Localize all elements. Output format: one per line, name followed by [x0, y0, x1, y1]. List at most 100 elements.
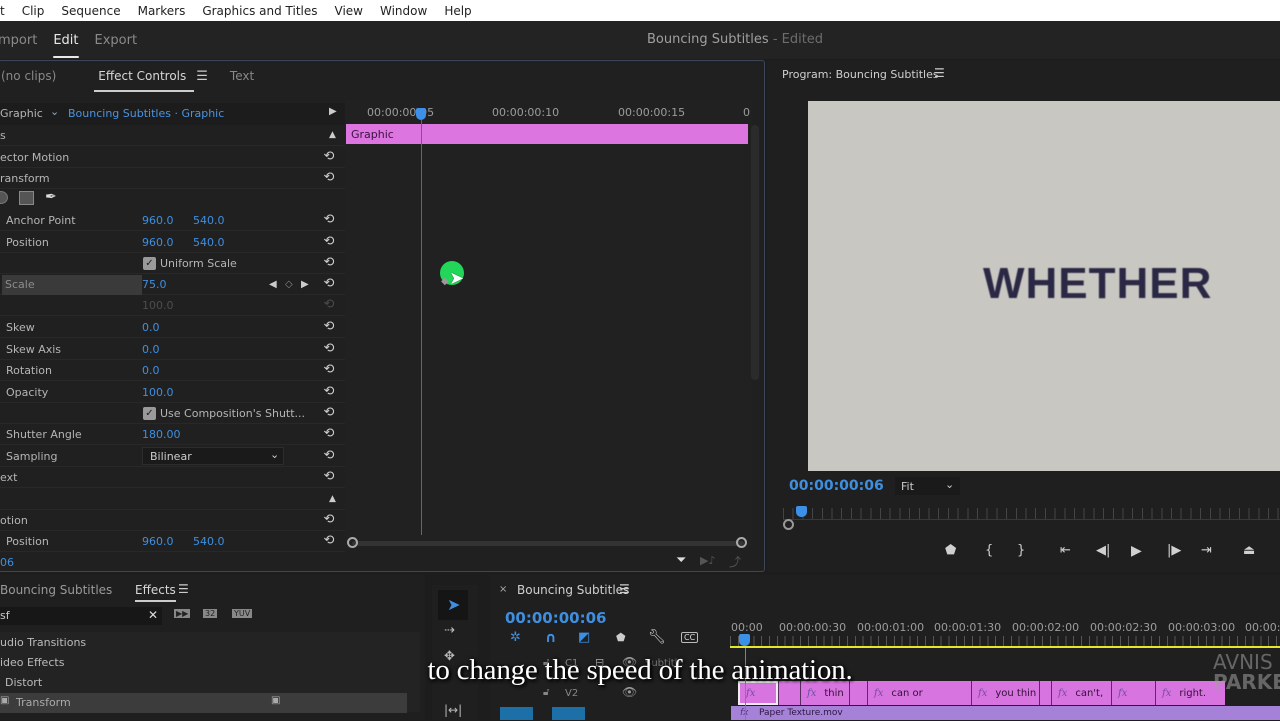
menu-edit[interactable]: t: [0, 4, 5, 18]
tab-text[interactable]: Text: [230, 65, 254, 87]
skew-value[interactable]: 0.0: [142, 321, 160, 334]
tree-item-selected[interactable]: ▣ Transform ▣: [0, 693, 407, 713]
wrench-icon[interactable]: 🔧︎: [648, 629, 666, 645]
motion-position-y[interactable]: 540.0: [193, 535, 225, 548]
skew-axis-value[interactable]: 0.0: [142, 343, 160, 356]
collapse-up-icon[interactable]: ▲: [329, 494, 336, 504]
tab-source[interactable]: (no clips): [1, 65, 56, 87]
reset-icon[interactable]: ⟲: [322, 342, 336, 356]
tree-item[interactable]: udio Transitions: [0, 636, 86, 649]
menu-help[interactable]: Help: [444, 4, 471, 18]
program-playhead[interactable]: [796, 506, 807, 517]
reset-icon[interactable]: ⟲: [322, 470, 336, 484]
reset-icon[interactable]: ⟲: [322, 385, 336, 399]
tab-effects[interactable]: Effects: [135, 583, 176, 602]
export-icon[interactable]: ⤴: [729, 553, 741, 570]
32bit-effects-icon[interactable]: 32: [203, 609, 218, 618]
reset-icon[interactable]: ⟲: [322, 534, 336, 548]
effects-search-input[interactable]: sf ✕: [0, 607, 162, 625]
mark-out-icon[interactable]: }: [1017, 543, 1025, 558]
graphic-clip-bar[interactable]: Graphic: [346, 124, 748, 144]
go-to-in-icon[interactable]: ⇤: [1060, 543, 1071, 558]
ec-vertical-scrollbar[interactable]: [751, 125, 759, 380]
comp-shutter-checkbox[interactable]: ✓: [143, 406, 156, 420]
rectangle-mask-icon[interactable]: [19, 191, 34, 205]
workspace-export[interactable]: Export: [95, 29, 138, 52]
reset-icon[interactable]: ⟲: [322, 320, 336, 334]
tab-project[interactable]: Bouncing Subtitles: [0, 583, 112, 597]
program-ruler[interactable]: [783, 508, 1280, 520]
reset-icon[interactable]: ⟲: [322, 256, 336, 270]
collapse-up-icon[interactable]: ▲: [329, 130, 336, 140]
rotation-value[interactable]: 0.0: [142, 364, 160, 377]
ec-zoom-scrollbar[interactable]: [352, 541, 744, 546]
uniform-scale-checkbox[interactable]: ✓: [143, 256, 156, 270]
pen-mask-icon[interactable]: ✒: [45, 189, 57, 205]
reset-icon[interactable]: ⟲: [322, 406, 336, 420]
linked-selection-icon[interactable]: ◩: [578, 630, 590, 645]
captions-icon[interactable]: CC: [681, 632, 699, 643]
shutter-angle-value[interactable]: 180.00: [142, 428, 181, 441]
menu-view[interactable]: View: [335, 4, 363, 18]
menu-sequence[interactable]: Sequence: [61, 4, 120, 18]
reset-icon[interactable]: ⟲: [322, 213, 336, 227]
close-icon[interactable]: ×: [499, 584, 507, 595]
ec-timecode[interactable]: 06: [0, 556, 14, 569]
step-back-icon[interactable]: ◀|: [1096, 543, 1110, 558]
menu-clip[interactable]: Clip: [22, 4, 45, 18]
add-keyframe-icon[interactable]: ◇: [285, 279, 293, 290]
track-target-v1[interactable]: [552, 707, 585, 720]
eye-icon[interactable]: 👁︎: [622, 685, 637, 699]
reset-icon[interactable]: ⟲: [322, 363, 336, 377]
program-zoom-handle[interactable]: [783, 519, 794, 530]
reset-icon[interactable]: ⟲: [322, 277, 336, 291]
menu-markers[interactable]: Markers: [138, 4, 186, 18]
position-x-value[interactable]: 960.0: [142, 236, 174, 249]
zoom-dropdown[interactable]: Fit ⌄: [895, 477, 960, 495]
motion-position-x[interactable]: 960.0: [142, 535, 174, 548]
filter-icon[interactable]: ⏷: [676, 553, 686, 568]
prev-keyframe-icon[interactable]: ◀: [269, 279, 277, 290]
track-select-tool-icon[interactable]: ⇢: [444, 623, 455, 638]
playhead-handle[interactable]: [416, 108, 426, 120]
next-keyframe-icon[interactable]: ▶: [301, 279, 309, 290]
play-audio-icon[interactable]: ▶♪: [700, 554, 715, 567]
clear-search-icon[interactable]: ✕: [148, 608, 158, 622]
tab-effect-controls[interactable]: Effect Controls: [94, 65, 195, 92]
add-marker-icon[interactable]: ⬟: [945, 543, 956, 558]
step-forward-icon[interactable]: |▶: [1167, 543, 1181, 558]
opacity-value[interactable]: 100.0: [142, 386, 174, 399]
scale-value[interactable]: 75.0: [142, 278, 167, 291]
play-triangle-icon[interactable]: ▶: [329, 106, 337, 117]
panel-menu-icon[interactable]: ☰: [196, 69, 208, 84]
menu-graphics-titles[interactable]: Graphics and Titles: [202, 4, 317, 18]
reset-icon[interactable]: ⟲: [322, 427, 336, 441]
nest-icon[interactable]: ✲: [510, 630, 521, 645]
zoom-handle-right[interactable]: [736, 537, 747, 548]
panel-menu-icon[interactable]: ☰: [619, 582, 630, 596]
sequence-title[interactable]: Bouncing Subtitles: [517, 583, 629, 597]
mark-in-icon[interactable]: {: [985, 543, 993, 558]
work-area-bar[interactable]: [730, 646, 1280, 648]
position-y-value[interactable]: 540.0: [193, 236, 225, 249]
panel-menu-icon[interactable]: ☰: [178, 582, 189, 596]
source-patch-v1[interactable]: [500, 707, 533, 720]
lift-icon[interactable]: ⏏: [1243, 543, 1255, 558]
slip-tool-icon[interactable]: |↔|: [444, 703, 462, 717]
program-timecode[interactable]: 00:00:00:06: [789, 478, 884, 494]
reset-icon[interactable]: ⟲: [322, 150, 336, 164]
snap-icon[interactable]: ∩: [545, 630, 556, 646]
yuv-effects-icon[interactable]: YUV: [232, 609, 253, 618]
background-clip[interactable]: fx Paper Texture.mov: [731, 706, 1280, 720]
lock-icon[interactable]: 🔓︎: [543, 687, 549, 698]
sequence-timecode[interactable]: 00:00:00:06: [505, 609, 607, 627]
reset-icon[interactable]: ⟲: [322, 513, 336, 527]
reset-icon[interactable]: ⟲: [322, 235, 336, 249]
zoom-handle-left[interactable]: [347, 537, 358, 548]
panel-menu-icon[interactable]: ☰: [934, 66, 945, 80]
menu-window[interactable]: Window: [380, 4, 427, 18]
sampling-dropdown[interactable]: Bilinear ⌄: [142, 447, 284, 465]
accelerated-effects-icon[interactable]: ▶▶: [174, 609, 191, 618]
ellipse-mask-icon[interactable]: [0, 191, 8, 204]
sequence-ruler[interactable]: [730, 636, 1280, 646]
